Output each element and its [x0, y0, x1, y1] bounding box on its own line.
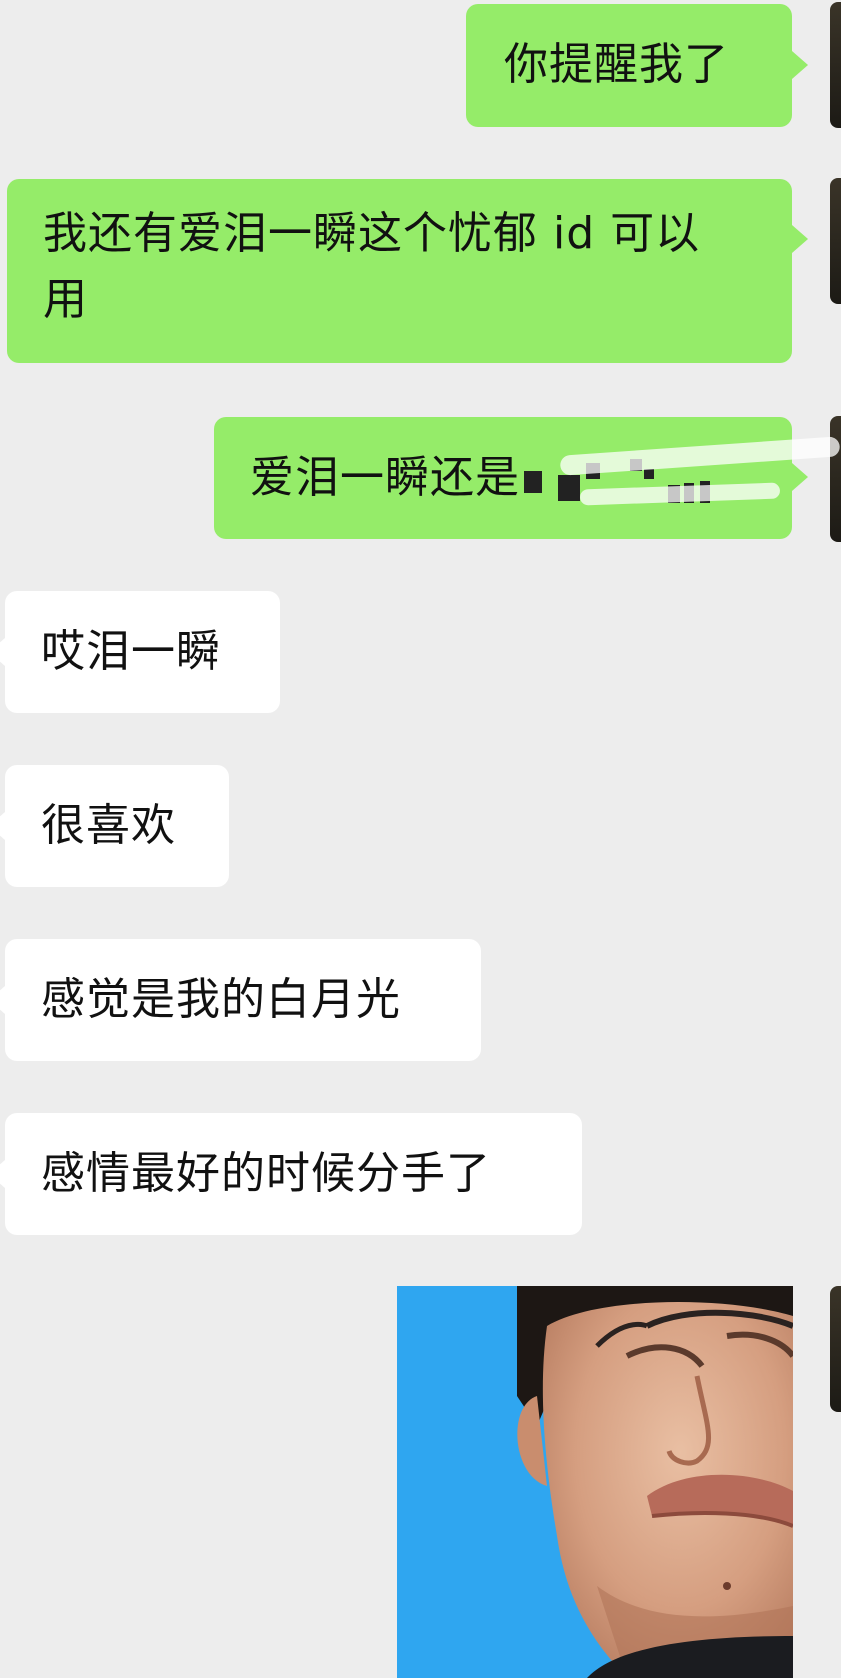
message-text: 感觉是我的白月光 — [41, 974, 401, 1025]
message-text: 很喜欢 — [41, 800, 176, 851]
received-message-bubble[interactable]: 很喜欢 — [5, 765, 229, 887]
crying-man-sticker[interactable] — [397, 1286, 793, 1678]
received-message-bubble[interactable]: 感觉是我的白月光 — [5, 939, 481, 1061]
message-text: 爱泪一瞬还是 — [250, 452, 520, 503]
own-avatar[interactable] — [830, 178, 841, 304]
own-avatar[interactable] — [830, 416, 841, 542]
bubble-tail — [0, 812, 5, 840]
sticker-image — [397, 1286, 793, 1678]
bubble-tail — [792, 51, 808, 79]
sent-message-bubble[interactable]: 爱泪一瞬还是 — [214, 417, 792, 539]
bubble-tail — [0, 1160, 5, 1188]
message-text: 哎泪一瞬 — [41, 626, 221, 677]
chat-message-list: 你提醒我了 我还有爱泪一瞬这个忧郁 id 可以 用 爱泪一瞬还是 哎泪一瞬 很喜… — [0, 0, 841, 1678]
sent-message-bubble[interactable]: 我还有爱泪一瞬这个忧郁 id 可以 用 — [7, 179, 792, 363]
received-message-bubble[interactable]: 哎泪一瞬 — [5, 591, 280, 713]
received-message-bubble[interactable]: 感情最好的时候分手了 — [5, 1113, 582, 1235]
message-text: 感情最好的时候分手了 — [41, 1148, 491, 1199]
message-text-line: 用 — [43, 274, 88, 325]
bubble-tail — [792, 225, 808, 253]
own-avatar[interactable] — [830, 2, 841, 128]
message-text-line: 我还有爱泪一瞬这个忧郁 id 可以 — [43, 208, 701, 259]
message-text: 你提醒我了 — [504, 39, 729, 90]
bubble-tail — [0, 986, 5, 1014]
bubble-tail — [792, 463, 808, 491]
own-avatar[interactable] — [830, 1286, 841, 1412]
bubble-tail — [0, 638, 5, 666]
sent-message-bubble[interactable]: 你提醒我了 — [466, 4, 792, 127]
